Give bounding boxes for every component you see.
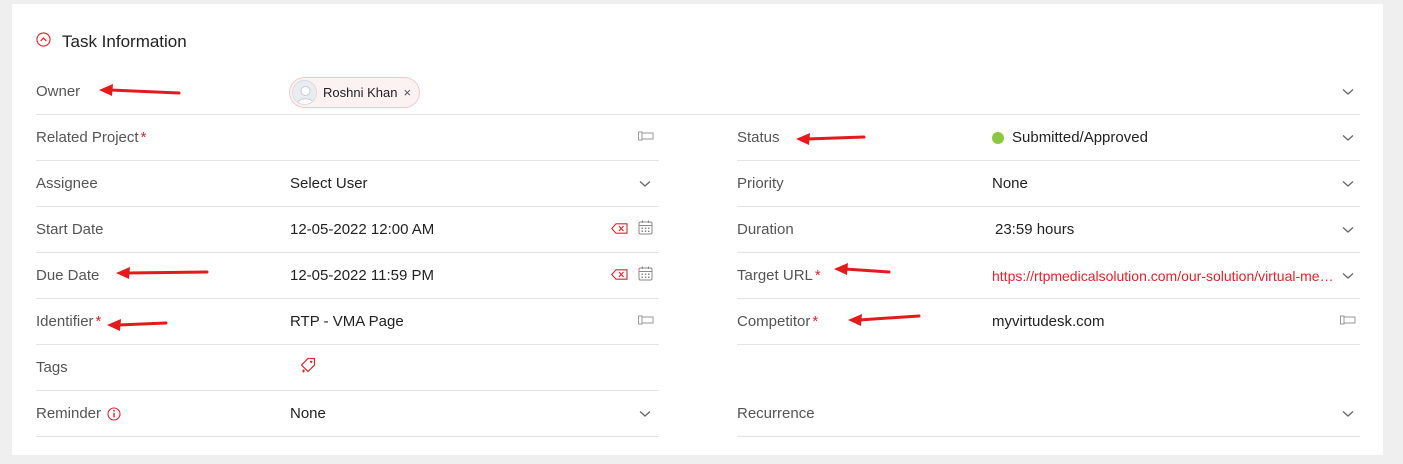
competitor-row[interactable]: Competitor * myvirtudesk.com [737,299,1360,345]
annotation-arrow [107,319,168,331]
chevron-down-icon[interactable] [1342,83,1354,101]
reminder-label: Reminder [36,391,121,436]
task-information-card: Task Information Owner Roshni Khan × Rel… [12,4,1383,455]
target-url-link[interactable]: https://rtpmedicalsolution.com/our-solut… [992,268,1334,284]
chevron-down-icon[interactable] [639,175,651,193]
reminder-value[interactable]: None [290,391,326,436]
annotation-arrow [99,84,181,96]
duration-value[interactable]: 23:59 hours [995,207,1074,252]
chevron-up-circle-icon[interactable] [36,32,51,52]
start-date-label: Start Date [36,221,104,238]
status-dot [992,131,1004,144]
required-marker: * [140,129,147,146]
duration-label: Duration [737,221,794,238]
priority-value[interactable]: None [992,161,1028,206]
due-date-label: Due Date [36,267,100,284]
required-marker: * [95,313,102,330]
annotation-arrow [848,314,921,326]
required-marker: * [814,267,821,284]
calendar-icon[interactable] [638,220,653,240]
status-label: Status [737,129,780,146]
clear-date-icon[interactable] [611,221,628,239]
assignee-select[interactable]: Select User [290,161,368,206]
recurrence-label: Recurrence [737,405,815,422]
calendar-icon[interactable] [638,266,653,286]
chevron-down-icon[interactable] [1342,405,1354,423]
section-title: Task Information [62,32,187,51]
tags-row[interactable]: Tags [36,345,659,391]
owner-chip[interactable]: Roshni Khan × [289,77,421,108]
reminder-row[interactable]: Reminder None [36,391,659,437]
tags-label: Tags [36,359,68,376]
owner-name: Roshni Khan [323,85,398,100]
owner-label: Owner [36,83,81,100]
lookup-icon[interactable] [638,129,654,147]
annotation-arrow [796,133,866,145]
target-url-label: Target URL * [737,267,821,284]
clear-date-icon[interactable] [611,267,628,285]
assignee-label: Assignee [36,175,98,192]
start-date-row[interactable]: Start Date 12-05-2022 12:00 AM [36,207,659,253]
target-url-value[interactable]: https://rtpmedicalsolution.com/our-solut… [992,253,1334,298]
duration-row[interactable]: Duration 23:59 hours [737,207,1360,253]
remove-owner-icon[interactable]: × [403,85,411,100]
avatar [292,80,317,105]
chevron-down-icon[interactable] [1342,221,1354,239]
info-icon[interactable] [107,406,121,421]
chevron-down-icon[interactable] [1342,267,1354,285]
priority-label: Priority [737,175,784,192]
annotation-arrow [834,263,891,275]
status-value[interactable]: Submitted/Approved [992,115,1148,160]
owner-row: Owner Roshni Khan × [36,69,1360,115]
chevron-down-icon[interactable] [1342,129,1354,147]
chevron-down-icon[interactable] [1342,175,1354,193]
due-date-value[interactable]: 12-05-2022 11:59 PM [290,253,434,298]
section-header[interactable]: Task Information [36,32,187,52]
lookup-icon[interactable] [638,313,654,331]
assignee-row[interactable]: Assignee Select User [36,161,659,207]
required-marker: * [812,313,819,330]
identifier-value[interactable]: RTP - VMA Page [290,299,404,344]
related-project-row[interactable]: Related Project * [36,115,659,161]
start-date-value[interactable]: 12-05-2022 12:00 AM [290,207,434,252]
competitor-value[interactable]: myvirtudesk.com [992,299,1105,344]
identifier-label: Identifier * [36,313,102,330]
annotation-arrow [116,267,209,279]
related-project-label: Related Project * [36,129,147,146]
add-tag-icon[interactable] [300,357,317,379]
lookup-icon[interactable] [1340,313,1356,331]
competitor-label: Competitor * [737,313,819,330]
chevron-down-icon[interactable] [639,405,651,423]
recurrence-row[interactable]: Recurrence [737,391,1360,437]
priority-row[interactable]: Priority None [737,161,1360,207]
